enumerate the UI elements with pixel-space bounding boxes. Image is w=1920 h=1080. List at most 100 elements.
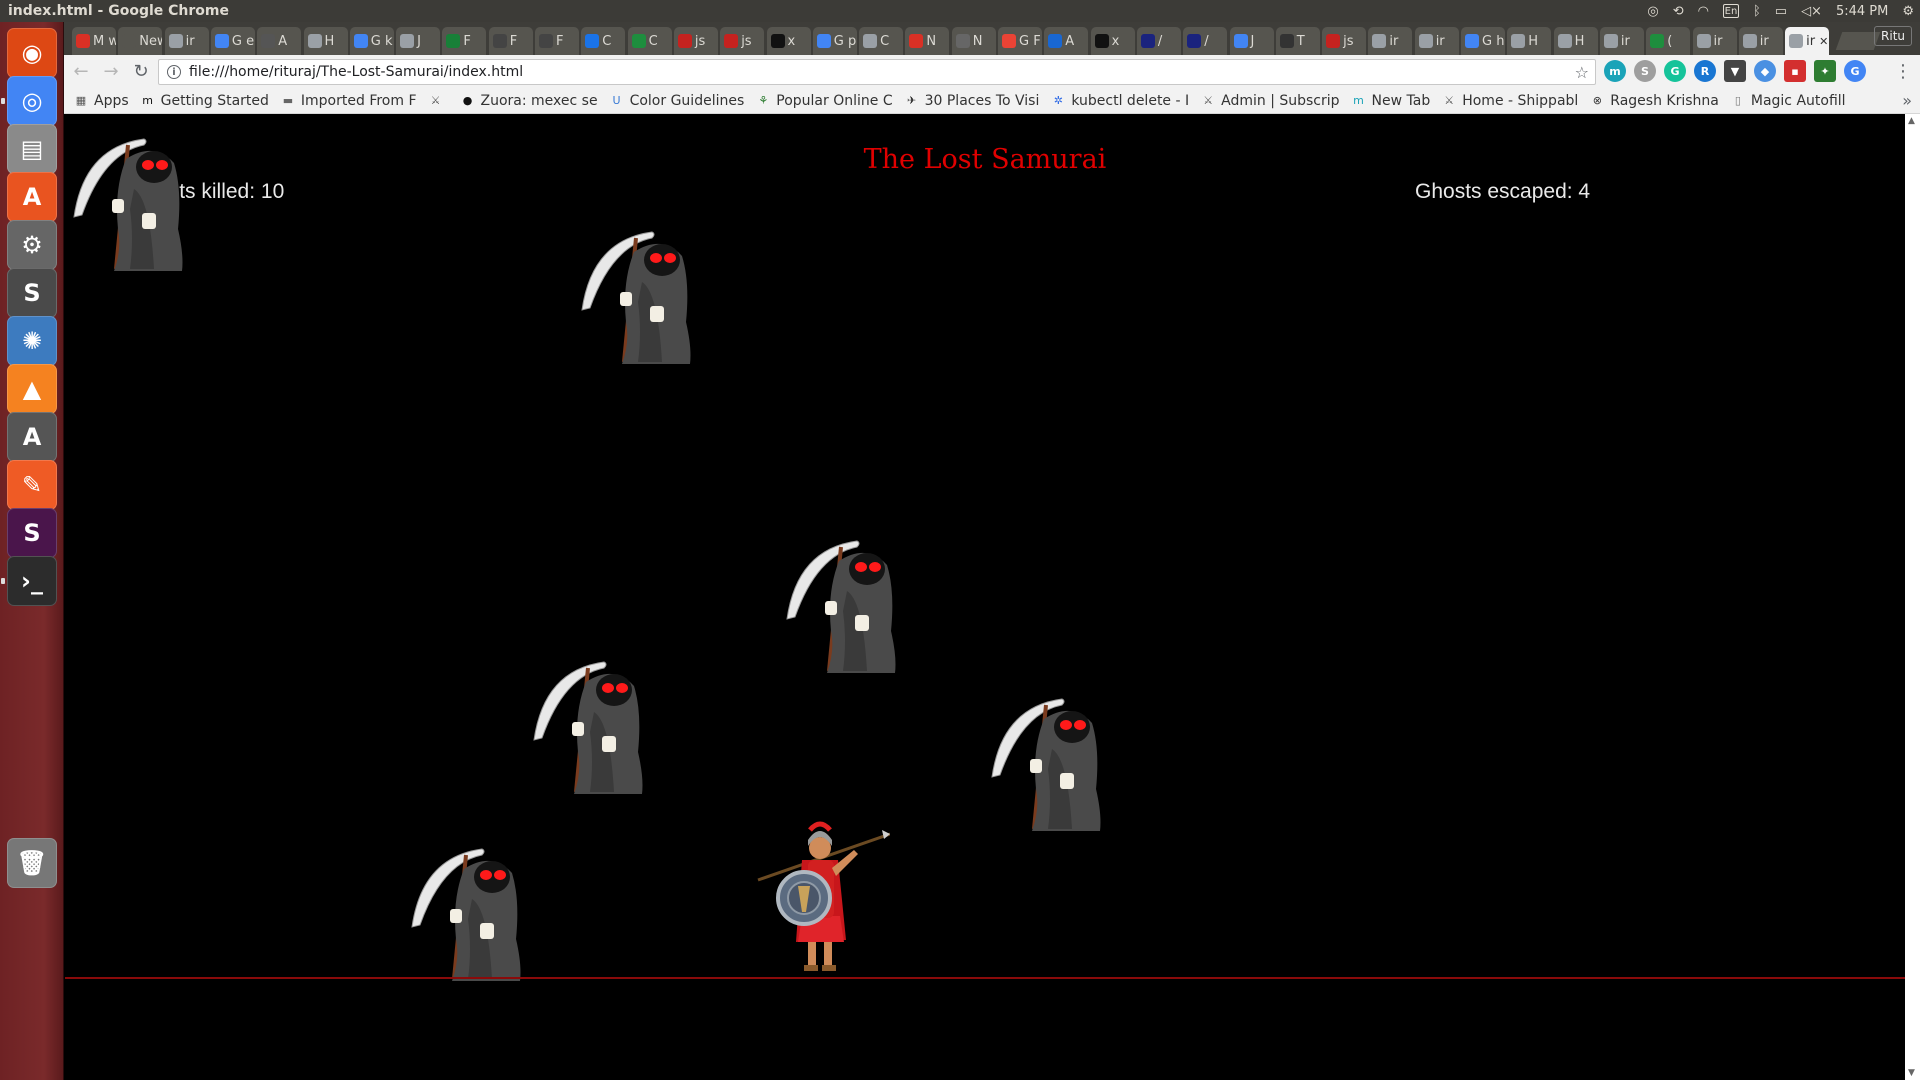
bluetooth-icon[interactable]: ᛒ — [1753, 4, 1761, 19]
samurai-player[interactable] — [750, 820, 890, 978]
extension-m-icon[interactable]: m — [1604, 60, 1626, 82]
tab[interactable]: G k — [349, 27, 394, 55]
tab[interactable]: ir — [1738, 27, 1783, 55]
forward-arrow-icon[interactable]: → — [98, 59, 124, 85]
bookmark-item[interactable]: m New Tab — [1352, 93, 1430, 109]
tab[interactable]: A — [1044, 27, 1089, 55]
tab[interactable]: J — [1229, 27, 1274, 55]
tab-close-icon[interactable]: ✕ — [1819, 35, 1828, 48]
tab[interactable]: T — [1275, 27, 1320, 55]
tab[interactable]: G p — [812, 27, 857, 55]
launcher-terminal-icon[interactable]: ›_ — [7, 556, 57, 606]
bookmark-item[interactable]: ▦ Apps — [74, 93, 129, 109]
bookmark-item[interactable]: ⊗ Ragesh Krishna — [1590, 93, 1719, 109]
tab[interactable]: New — [118, 27, 163, 55]
tab[interactable]: M w — [72, 27, 116, 55]
bookmark-item[interactable]: ⚔ Admin | Subscrip — [1201, 93, 1339, 109]
launcher-trash-icon[interactable]: 🗑 — [7, 838, 57, 888]
extension-red-icon[interactable]: ▪ — [1784, 60, 1806, 82]
tab[interactable]: F — [488, 27, 533, 55]
tab[interactable]: js — [720, 27, 765, 55]
launcher-vlc-icon[interactable]: ▲ — [7, 364, 57, 414]
bookmark-item[interactable]: ● Zuora: mexec se — [461, 93, 598, 109]
bookmark-item[interactable]: ⚔ — [429, 94, 449, 108]
tab[interactable]: G F — [998, 27, 1042, 55]
tab[interactable]: C — [627, 27, 672, 55]
launcher-postman-icon[interactable]: ✎ — [7, 460, 57, 510]
tab[interactable]: N — [905, 27, 950, 55]
battery-icon[interactable]: ▭ — [1775, 4, 1787, 19]
tab[interactable]: H — [1507, 27, 1552, 55]
launcher-shotwell-icon[interactable]: ✺ — [7, 316, 57, 366]
keyboard-layout-indicator[interactable]: En — [1722, 4, 1739, 18]
page-info-icon[interactable]: i — [167, 65, 181, 79]
back-arrow-icon[interactable]: ← — [68, 59, 94, 85]
launcher-files-icon[interactable]: ▤ — [7, 124, 57, 174]
grammarly-icon[interactable]: G — [1664, 60, 1686, 82]
tab[interactable]: C — [859, 27, 904, 55]
bookmark-item[interactable]: ⚔ Home - Shippabl — [1442, 93, 1578, 109]
tab[interactable]: N — [951, 27, 996, 55]
page-scrollbar[interactable]: ▲ ▼ — [1905, 114, 1920, 1080]
launcher-sublime-text-icon[interactable]: S — [7, 268, 57, 318]
tab[interactable]: / — [1136, 27, 1181, 55]
tab[interactable]: ir — [1368, 27, 1413, 55]
bookmark-item[interactable]: ⚘ Popular Online C — [756, 93, 892, 109]
launcher-ubuntu-dash-icon[interactable]: ◉ — [7, 28, 57, 78]
tab[interactable]: ir — [1414, 27, 1459, 55]
tab[interactable]: H — [303, 27, 348, 55]
profile-button[interactable]: Ritu — [1874, 26, 1912, 46]
tab[interactable]: A — [257, 27, 302, 55]
launcher-slack-icon[interactable]: S — [7, 508, 57, 558]
session-gear-icon[interactable]: ⚙ — [1902, 4, 1914, 19]
tab[interactable]: js — [673, 27, 718, 55]
ghost-reaper[interactable] — [783, 531, 909, 677]
launcher-software-center-icon[interactable]: A — [7, 172, 57, 222]
tab[interactable]: F — [535, 27, 579, 55]
tab[interactable]: js — [1322, 27, 1367, 55]
extension-green-icon[interactable]: ✦ — [1814, 60, 1836, 82]
extension-g-icon[interactable]: G — [1844, 60, 1866, 82]
reload-icon[interactable]: ↻ — [128, 59, 154, 85]
tab[interactable]: ir — [1599, 27, 1644, 55]
bookmark-item[interactable]: m Getting Started — [141, 93, 269, 109]
launcher-chrome-icon[interactable]: ◎ — [7, 76, 57, 126]
tab[interactable]: F — [442, 27, 487, 55]
address-bar[interactable]: i file:///home/rituraj/The-Lost-Samurai/… — [158, 59, 1596, 85]
scroll-up-icon[interactable]: ▲ — [1908, 116, 1915, 126]
bookmark-item[interactable]: ✲ kubectl delete - I — [1051, 93, 1189, 109]
launcher-software-updater-icon[interactable]: A — [7, 412, 57, 462]
tab[interactable]: ( — [1646, 27, 1691, 55]
tab[interactable]: C — [581, 27, 626, 55]
bookmarks-overflow-icon[interactable]: » — [1902, 91, 1912, 110]
tab[interactable]: G e — [210, 27, 255, 55]
extension-s-icon[interactable]: S — [1634, 60, 1656, 82]
clock[interactable]: 5:44 PM — [1836, 4, 1888, 19]
tab[interactable]: x — [766, 27, 811, 55]
scroll-down-icon[interactable]: ▼ — [1908, 1068, 1915, 1078]
volume-muted-icon[interactable]: ◁× — [1801, 4, 1822, 19]
sync-icon[interactable]: ⟲ — [1673, 4, 1684, 19]
extension-r-icon[interactable]: R — [1694, 60, 1716, 82]
bookmark-item[interactable]: ▯ Magic Autofill — [1731, 93, 1846, 109]
chrome-tray-icon[interactable]: ◎ — [1647, 4, 1658, 19]
ghost-reaper[interactable] — [408, 839, 534, 985]
ghost-reaper[interactable] — [578, 222, 704, 368]
tab[interactable]: H — [1553, 27, 1598, 55]
bookmark-item[interactable]: U Color Guidelines — [610, 93, 745, 109]
bookmark-item[interactable]: ✈ 30 Places To Visi — [905, 93, 1039, 109]
extension-bird-icon[interactable]: ◆ — [1754, 60, 1776, 82]
ghost-reaper[interactable] — [530, 652, 656, 798]
url-text[interactable]: file:///home/rituraj/The-Lost-Samurai/in… — [189, 64, 523, 80]
ghost-reaper[interactable] — [988, 689, 1114, 835]
tab[interactable]: G h — [1461, 27, 1505, 55]
launcher-system-settings-icon[interactable]: ⚙ — [7, 220, 57, 270]
wifi-icon[interactable]: ◠ — [1698, 4, 1709, 19]
tab[interactable]: ir — [1692, 27, 1737, 55]
bookmark-star-icon[interactable]: ☆ — [1575, 63, 1589, 82]
ghost-reaper[interactable] — [70, 129, 196, 275]
pocket-icon[interactable]: ▼ — [1724, 60, 1746, 82]
tab[interactable]: J — [396, 27, 441, 55]
tab[interactable]: x — [1090, 27, 1135, 55]
chrome-menu-icon[interactable]: ⋮ — [1894, 61, 1912, 82]
